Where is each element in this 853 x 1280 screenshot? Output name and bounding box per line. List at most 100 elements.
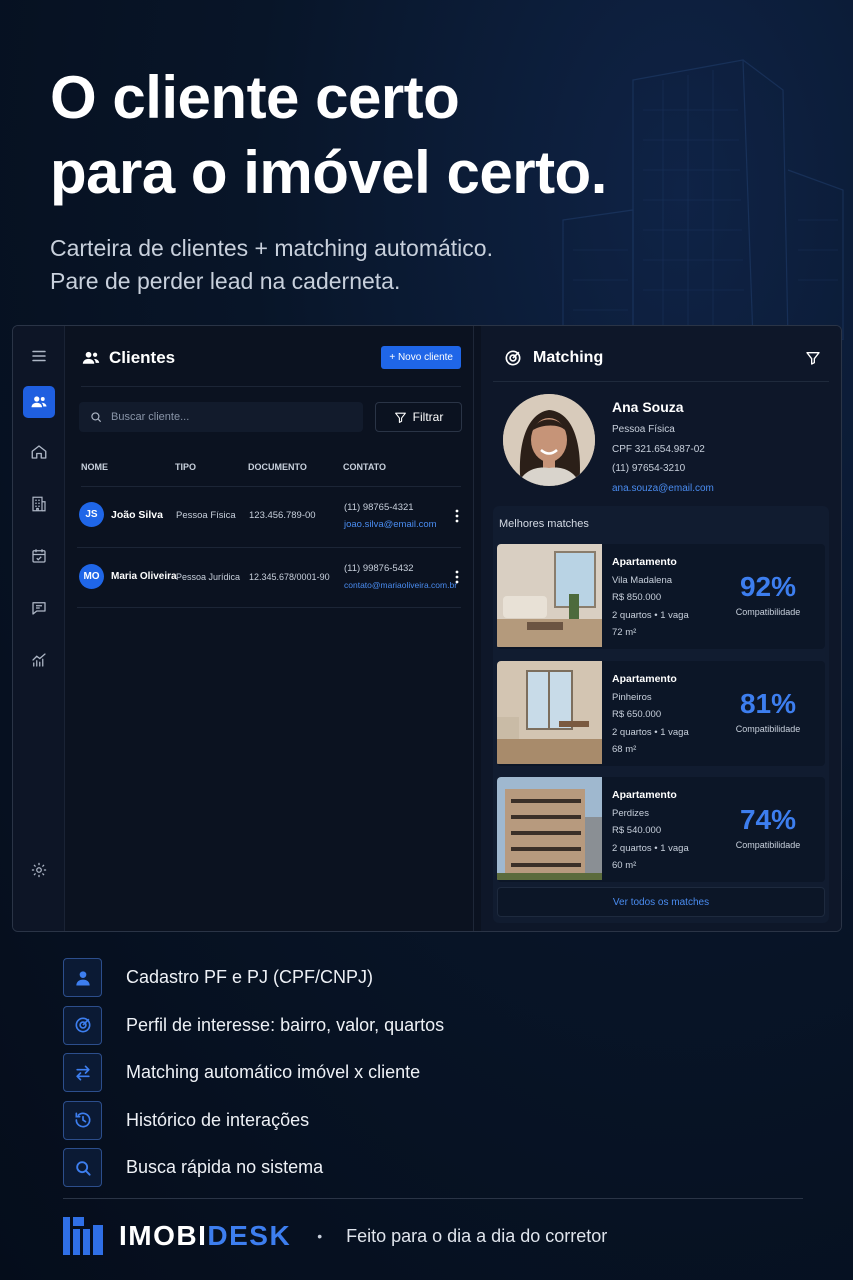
brand-name-part1: IMOBI — [119, 1220, 208, 1251]
table-row[interactable]: JS João Silva Pessoa Física 123.456.789-… — [77, 488, 461, 548]
property-area: Vila Madalena — [612, 574, 673, 586]
profile-email[interactable]: ana.souza@email.com — [612, 479, 714, 499]
see-all-matches-button[interactable]: Ver todos os matches — [497, 887, 825, 917]
column-header-name[interactable]: NOME — [81, 462, 108, 472]
menu-icon[interactable] — [23, 340, 55, 372]
client-name[interactable]: Maria Oliveira — [111, 571, 177, 582]
property-size: 72 m² — [612, 627, 637, 638]
chart-icon[interactable] — [23, 644, 55, 676]
more-options-icon[interactable] — [455, 509, 459, 523]
clients-icon[interactable] — [23, 386, 55, 418]
property-kind: Apartamento — [612, 789, 677, 801]
building-icon[interactable] — [23, 488, 55, 520]
brand-name-part2: DESK — [207, 1220, 292, 1251]
property-photo — [497, 661, 602, 764]
feature-item: Perfil de interesse: bairro, valor, quar… — [63, 1002, 444, 1050]
target-icon — [505, 350, 521, 366]
client-document: 123.456.789-00 — [249, 510, 316, 521]
client-type: Pessoa Física — [176, 510, 236, 521]
feature-list: Cadastro PF e PJ (CPF/CNPJ) Perfil de in… — [63, 954, 444, 1192]
feature-text: Busca rápida no sistema — [126, 1157, 324, 1178]
new-client-button[interactable]: + Novo cliente — [381, 346, 461, 369]
property-info: Apartamento Pinheiros R$ 650.000 2 quart… — [612, 671, 689, 759]
client-document: 12.345.678/0001-90 — [249, 572, 330, 582]
more-options-icon[interactable] — [455, 570, 459, 584]
property-rooms: 2 quartos • 1 vaga — [612, 726, 689, 738]
client-phone: (11) 98765-4321 — [344, 502, 414, 513]
clients-title: Clientes — [109, 348, 176, 367]
client-email[interactable]: joao.silva@email.com — [344, 519, 437, 530]
filter-label: Filtrar — [412, 410, 444, 424]
match-card[interactable]: Apartamento Pinheiros R$ 650.000 2 quart… — [497, 661, 825, 766]
avatar: JS — [79, 502, 104, 527]
column-header-type[interactable]: TIPO — [175, 462, 196, 472]
footer: IMOBIDESK • Feito para o dia a dia do co… — [63, 1215, 607, 1257]
compatibility: 92% Compatibilidade — [723, 569, 813, 617]
brand-logo-icon — [63, 1217, 103, 1255]
divider — [81, 486, 461, 487]
column-header-document[interactable]: DOCUMENTO — [248, 462, 307, 472]
feature-text: Histórico de interações — [126, 1109, 310, 1130]
divider — [63, 1198, 803, 1199]
home-icon[interactable] — [23, 436, 55, 468]
hero-title-line1: O cliente certo — [50, 64, 460, 131]
property-photo — [497, 777, 602, 880]
property-price: R$ 540.000 — [612, 825, 662, 836]
calendar-icon[interactable] — [23, 540, 55, 572]
matching-panel: Matching Ana Souza Pessoa Física CPF 321… — [481, 326, 841, 931]
compatibility-label: Compatibilidade — [735, 724, 801, 734]
search-icon — [63, 1148, 102, 1188]
property-size: 68 m² — [612, 744, 637, 755]
matching-title: Matching — [533, 349, 604, 366]
column-header-contact[interactable]: CONTATO — [343, 462, 386, 472]
clients-panel: Clientes + Novo cliente Buscar cliente..… — [65, 326, 474, 931]
match-card[interactable]: Apartamento Perdizes R$ 540.000 2 quarto… — [497, 777, 825, 882]
filter-button[interactable]: Filtrar — [375, 402, 462, 432]
feature-item: Busca rápida no sistema — [63, 1144, 444, 1192]
gear-icon[interactable] — [23, 854, 55, 886]
match-card[interactable]: Apartamento Vila Madalena R$ 850.000 2 q… — [497, 544, 825, 649]
property-size: 60 m² — [612, 860, 637, 871]
hero-subtitle-line2: Pare de perder lead na caderneta. — [50, 268, 401, 294]
feature-item: Cadastro PF e PJ (CPF/CNPJ) — [63, 954, 444, 1002]
app-window: Clientes + Novo cliente Buscar cliente..… — [12, 325, 842, 932]
profile-photo — [503, 394, 595, 486]
profile-info: Ana Souza Pessoa Física CPF 321.654.987-… — [612, 398, 714, 498]
client-name[interactable]: João Silva — [111, 509, 163, 521]
feature-item: Matching automático imóvel x cliente — [63, 1049, 444, 1097]
property-rooms: 2 quartos • 1 vaga — [612, 842, 689, 854]
hero: O cliente certo para o imóvel certo. Car… — [50, 60, 810, 298]
compatibility: 74% Compatibilidade — [723, 802, 813, 850]
feature-text: Cadastro PF e PJ (CPF/CNPJ) — [126, 967, 374, 988]
search-icon — [91, 412, 102, 423]
client-email[interactable]: contato@mariaoliveira.com.br — [344, 580, 457, 590]
best-matches: Melhores matches Apartamento Vila Madale… — [493, 506, 829, 923]
feature-text: Perfil de interesse: bairro, valor, quar… — [126, 1014, 445, 1035]
divider — [493, 381, 829, 382]
profile-type: Pessoa Física — [612, 424, 675, 435]
property-rooms: 2 quartos • 1 vaga — [612, 609, 689, 621]
property-info: Apartamento Perdizes R$ 540.000 2 quarto… — [612, 787, 689, 875]
profile-name: Ana Souza — [612, 399, 684, 415]
filter-icon[interactable] — [805, 350, 821, 366]
client-phone: (11) 99876-5432 — [344, 563, 414, 574]
hero-title-line2: para o imóvel certo. — [50, 139, 607, 206]
property-kind: Apartamento — [612, 556, 677, 568]
matching-header: Matching — [503, 346, 821, 370]
compatibility-label: Compatibilidade — [735, 607, 801, 617]
user-icon — [63, 958, 102, 998]
swap-icon — [63, 1053, 102, 1093]
property-photo — [497, 544, 602, 647]
sidebar — [13, 326, 65, 931]
profile-cpf: CPF 321.654.987-02 — [612, 443, 705, 455]
chat-icon[interactable] — [23, 592, 55, 624]
target-icon — [63, 1005, 102, 1045]
footer-separator: • — [317, 1228, 323, 1244]
feature-item: Histórico de interações — [63, 1097, 444, 1145]
hero-title: O cliente certo para o imóvel certo. — [50, 60, 810, 210]
clients-header-icon — [82, 351, 100, 364]
profile-phone: (11) 97654-3210 — [612, 463, 686, 474]
table-row[interactable]: MO Maria Oliveira Pessoa Jurídica 12.345… — [77, 548, 461, 608]
client-search-input[interactable]: Buscar cliente... — [79, 402, 363, 432]
footer-tagline: Feito para o dia a dia do corretor — [346, 1225, 608, 1246]
